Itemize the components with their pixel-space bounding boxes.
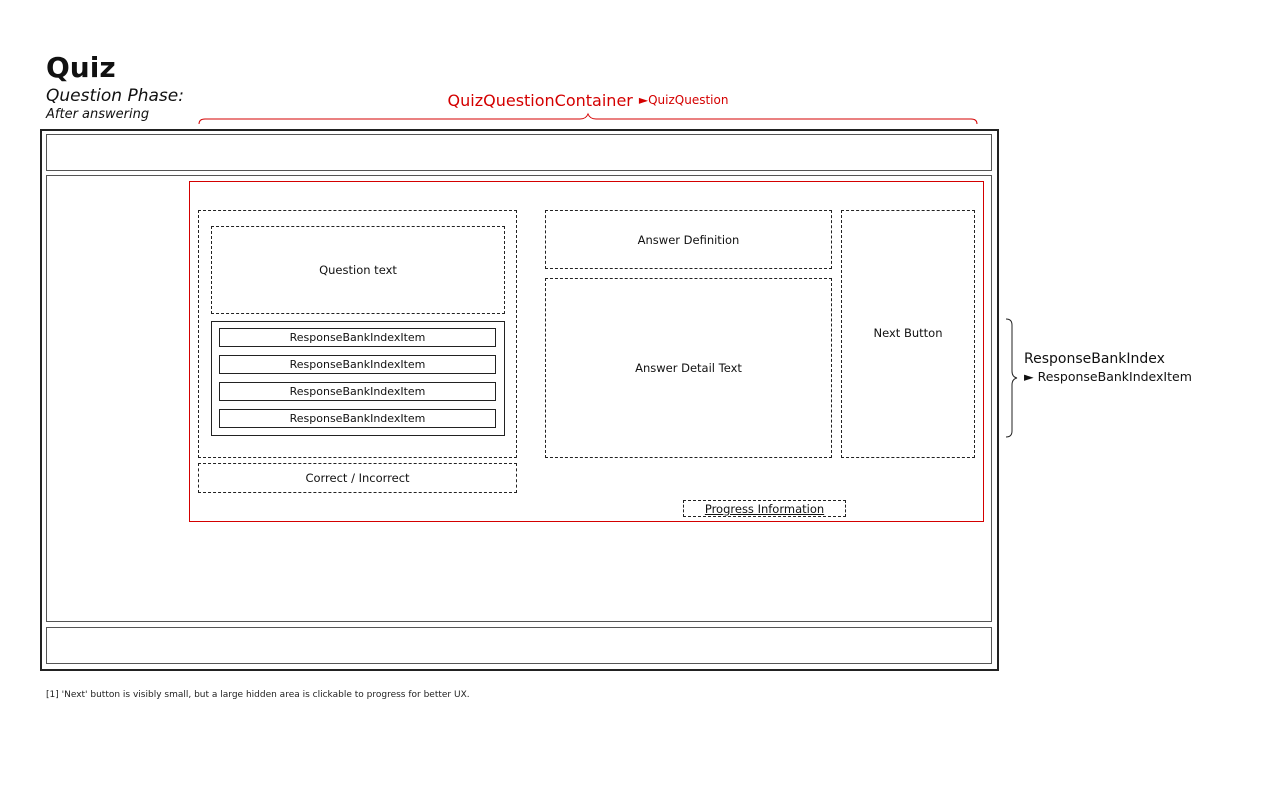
phase-subtitle: After answering [46, 107, 150, 122]
correct-incorrect-indicator: Correct / Incorrect [198, 463, 517, 493]
container-annotation-sublabel: ►QuizQuestion [638, 93, 729, 107]
response-bank-index-annotation: ResponseBankIndex [1024, 351, 1165, 367]
response-bank-index-item[interactable]: ResponseBankIndexItem [219, 409, 496, 428]
page-title: Quiz [46, 51, 116, 84]
progress-information: Progress Information [683, 500, 846, 517]
question-text: Question text [211, 226, 505, 314]
bottom-bar [46, 627, 992, 664]
footnote: [1] 'Next' button is visibly small, but … [46, 690, 470, 700]
response-bank-index-item-annotation: ► ResponseBankIndexItem [1024, 369, 1192, 384]
next-button[interactable]: Next Button [841, 210, 975, 458]
response-bank-index-item[interactable]: ResponseBankIndexItem [219, 382, 496, 401]
correct-incorrect-label: Correct / Incorrect [305, 471, 410, 485]
progress-information-label: Progress Information [704, 501, 825, 516]
answer-detail-label: Answer Detail Text [635, 361, 742, 375]
answer-definition-label: Answer Definition [637, 232, 740, 247]
response-bank-index-item[interactable]: ResponseBankIndexItem [219, 328, 496, 347]
response-bank-brace-icon [1005, 318, 1018, 438]
answer-detail-text: Answer Detail Text [545, 278, 832, 458]
top-bar [46, 134, 992, 171]
response-bank-index-item[interactable]: ResponseBankIndexItem [219, 355, 496, 374]
container-brace-icon [198, 112, 978, 125]
question-text-label: Question text [319, 263, 397, 277]
answer-definition: Answer Definition [545, 210, 832, 269]
phase-title: Question Phase: [46, 86, 184, 106]
container-annotation-label: QuizQuestionContainer [447, 90, 633, 110]
next-button-label: Next Button [873, 326, 943, 340]
container-annotation: QuizQuestionContainer ►QuizQuestion [200, 88, 976, 112]
